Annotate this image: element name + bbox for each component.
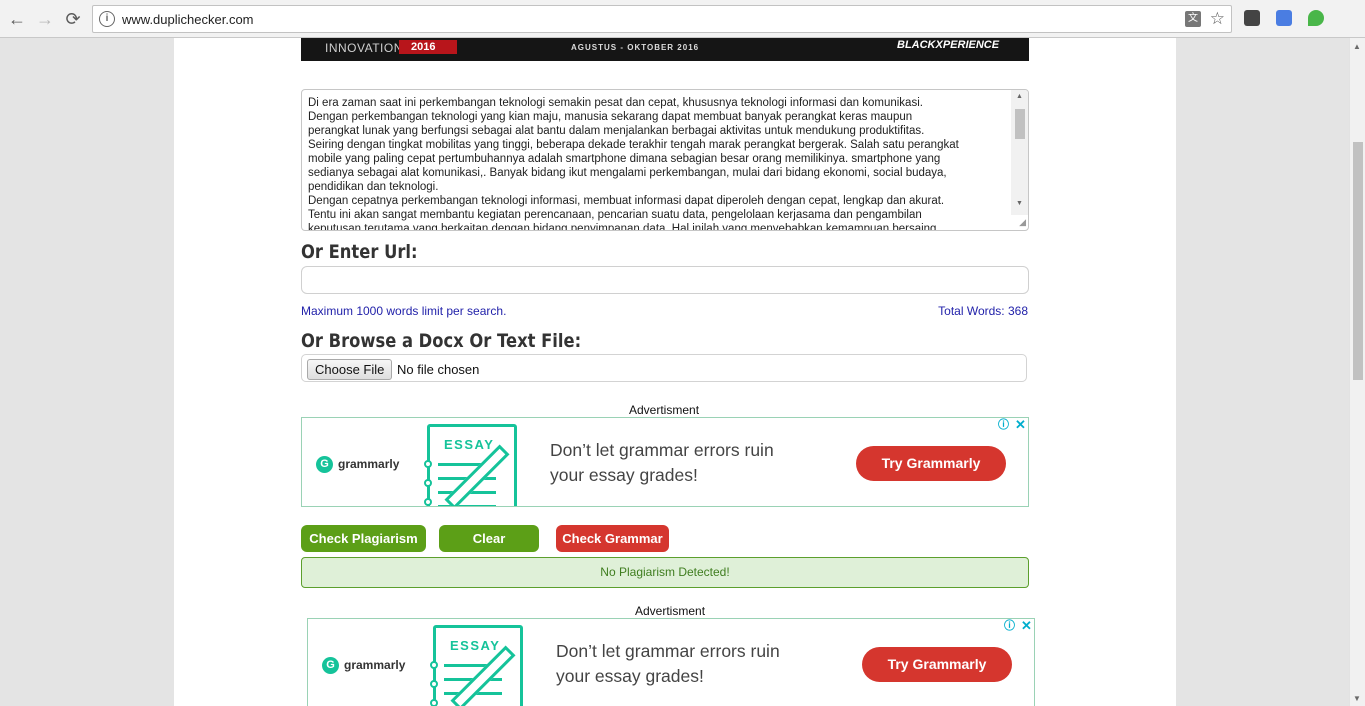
banner-year: 2016	[411, 41, 436, 53]
doc-bullet	[430, 661, 438, 669]
top-banner-ad[interactable]: INNOVATION 2016 AGUSTUS - OKTOBER 2016 B…	[301, 38, 1029, 61]
doc-bullet	[424, 460, 432, 468]
check-plagiarism-button[interactable]: Check Plagiarism	[301, 525, 426, 552]
translate-icon[interactable]: 文	[1185, 11, 1201, 27]
ad-copy-line-2: your essay grades!	[550, 465, 698, 485]
advertisment-label: Advertisment	[635, 604, 706, 618]
essay-document-icon: ESSAY	[424, 424, 517, 506]
check-grammar-button[interactable]: Check Grammar	[556, 525, 669, 552]
try-grammarly-button[interactable]: Try Grammarly	[862, 647, 1012, 682]
essay-document-icon: ESSAY	[430, 625, 523, 706]
clear-button[interactable]: Clear	[439, 525, 539, 552]
forward-icon[interactable]: →	[34, 8, 56, 30]
grammarly-brand-name: grammarly	[338, 457, 400, 471]
banner-date-text: AGUSTUS - OKTOBER 2016	[571, 43, 700, 52]
advertisment-label: Advertisment	[629, 403, 700, 417]
plagiarism-result-message: No Plagiarism Detected!	[301, 557, 1029, 588]
ad-close-icon[interactable]: ✕	[1013, 418, 1028, 433]
address-bar-url[interactable]: www.duplichecker.com	[122, 12, 254, 27]
scroll-down-icon[interactable]: ▼	[1353, 694, 1361, 703]
reload-icon[interactable]: ⟳	[62, 8, 84, 30]
banner-innovation-text: INNOVATION	[325, 41, 403, 55]
ad-copy-line-1: Don’t let grammar errors ruin	[550, 440, 774, 460]
grammarly-ad[interactable]: G grammarly ESSAY Don’t let grammar erro…	[301, 417, 1029, 507]
textarea-scroll-up-icon[interactable]: ▲	[1016, 93, 1023, 100]
ad-info-icon[interactable]: ⓘ	[1002, 619, 1017, 634]
back-icon[interactable]: ←	[6, 8, 28, 30]
url-input[interactable]	[301, 266, 1029, 294]
doc-bullet	[430, 680, 438, 688]
ad-close-icon[interactable]: ✕	[1019, 619, 1034, 634]
grammarly-ad[interactable]: G grammarly ESSAY Don’t let grammar erro…	[307, 618, 1035, 706]
enter-url-heading: Or Enter Url:	[301, 241, 418, 263]
ad-copy: Don’t let grammar errors ruin your essay…	[556, 639, 780, 689]
grammarly-brand-name: grammarly	[344, 658, 406, 672]
doc-bullet	[430, 699, 438, 706]
resize-handle-icon[interactable]: ◢	[1019, 217, 1026, 228]
file-upload-field[interactable]: Choose File No file chosen	[301, 354, 1027, 382]
doc-bullet	[424, 479, 432, 487]
essay-title: ESSAY	[444, 437, 495, 452]
page-scrollbar[interactable]: ▲ ▼	[1349, 38, 1365, 706]
scroll-thumb[interactable]	[1353, 142, 1363, 380]
textarea-scroll-down-icon[interactable]: ▼	[1016, 200, 1023, 207]
browser-toolbar: ← → ⟳ i www.duplichecker.com 文 ☆	[0, 0, 1365, 38]
textarea-scroll-thumb[interactable]	[1015, 109, 1025, 139]
ad-copy-line-2: your essay grades!	[556, 666, 704, 686]
grammarly-logo-icon: G	[322, 657, 339, 674]
doc-line	[438, 505, 496, 506]
file-status-text: No file chosen	[397, 362, 480, 377]
essay-title: ESSAY	[450, 638, 501, 653]
text-input-area[interactable]: Di era zaman saat ini perkembangan tekno…	[301, 89, 1029, 231]
browse-file-heading: Or Browse a Docx Or Text File:	[301, 330, 582, 352]
ad-copy-line-1: Don’t let grammar errors ruin	[556, 641, 780, 661]
ad-info-icon[interactable]: ⓘ	[996, 418, 1011, 433]
choose-file-button[interactable]: Choose File	[307, 359, 393, 380]
word-limit-text: Maximum 1000 words limit per search.	[301, 304, 507, 318]
textarea-scrollbar[interactable]: ▲ ▼	[1011, 90, 1028, 215]
address-bar[interactable]: i www.duplichecker.com 文 ☆	[92, 5, 1232, 33]
scroll-up-icon[interactable]: ▲	[1353, 42, 1361, 51]
bookmark-star-icon[interactable]: ☆	[1210, 9, 1225, 29]
text-input-content[interactable]: Di era zaman saat ini perkembangan tekno…	[308, 96, 1008, 230]
doc-bullet	[424, 498, 432, 506]
total-words-count: Total Words: 368	[938, 304, 1028, 318]
grammarly-logo-icon: G	[316, 456, 333, 473]
leaf-extension-icon[interactable]	[1308, 10, 1324, 26]
shield-extension-icon[interactable]	[1244, 10, 1260, 26]
google-translate-extension-icon[interactable]	[1276, 10, 1292, 26]
ad-copy: Don’t let grammar errors ruin your essay…	[550, 438, 774, 488]
try-grammarly-button[interactable]: Try Grammarly	[856, 446, 1006, 481]
banner-brand-text: BLACKXPERIENCE	[897, 39, 1000, 51]
site-info-icon[interactable]: i	[99, 11, 115, 27]
banner-year-badge: 2016	[399, 40, 457, 54]
